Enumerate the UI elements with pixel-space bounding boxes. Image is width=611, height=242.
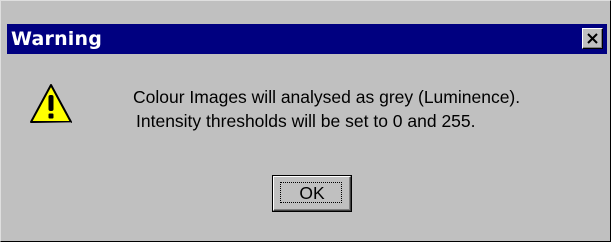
- message-line-2: Intensity thresholds will be set to 0 an…: [136, 111, 476, 131]
- dialog-body: Colour Images will analysed as grey (Lum…: [1, 54, 610, 241]
- warning-icon: [30, 84, 72, 123]
- warning-message: Colour Images will analysed as grey (Lum…: [133, 85, 520, 133]
- warning-dialog: Warning Colour Images will analysed as g…: [0, 0, 611, 242]
- message-line-1: Colour Images will analysed as grey (Lum…: [133, 87, 521, 107]
- close-icon: [587, 33, 598, 44]
- window-title: Warning: [11, 28, 103, 50]
- ok-button[interactable]: OK: [272, 175, 352, 212]
- close-button[interactable]: [582, 28, 603, 49]
- title-bar[interactable]: Warning: [7, 24, 607, 54]
- ok-button-label: OK: [299, 183, 325, 203]
